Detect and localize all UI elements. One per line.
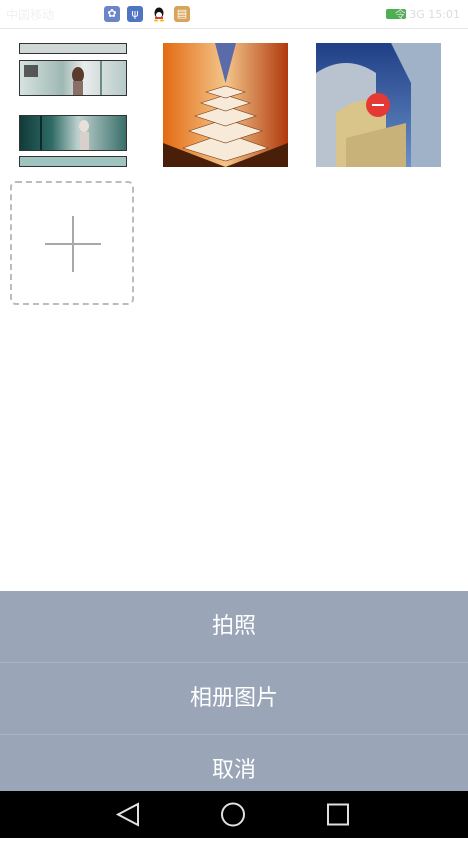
carrier-label: 中国移动 [6, 8, 55, 22]
action-sheet: 拍照 相册图片 取消 [0, 591, 468, 791]
take-photo-button[interactable]: 拍照 [0, 591, 468, 663]
album-images-button[interactable]: 相册图片 [0, 663, 468, 735]
remove-image-button[interactable] [366, 93, 390, 117]
comic-strip-image[interactable] [18, 43, 128, 167]
back-icon[interactable] [98, 791, 158, 838]
home-icon[interactable] [203, 791, 263, 838]
status-right-info: 令 3G 15:01 [394, 8, 460, 21]
qq-icon [151, 6, 167, 22]
stairs-image[interactable] [163, 43, 288, 167]
status-bar: 中国移动 ✿ ψ ▤ 令 3G 15:01 [0, 0, 468, 29]
clipboard-icon: ▤ [174, 6, 190, 22]
usb-icon: ψ [127, 6, 143, 22]
recents-icon[interactable] [308, 791, 368, 838]
gallery-icon: ✿ [104, 6, 120, 22]
navigation-bar [0, 791, 468, 838]
add-image-button[interactable] [10, 181, 134, 305]
